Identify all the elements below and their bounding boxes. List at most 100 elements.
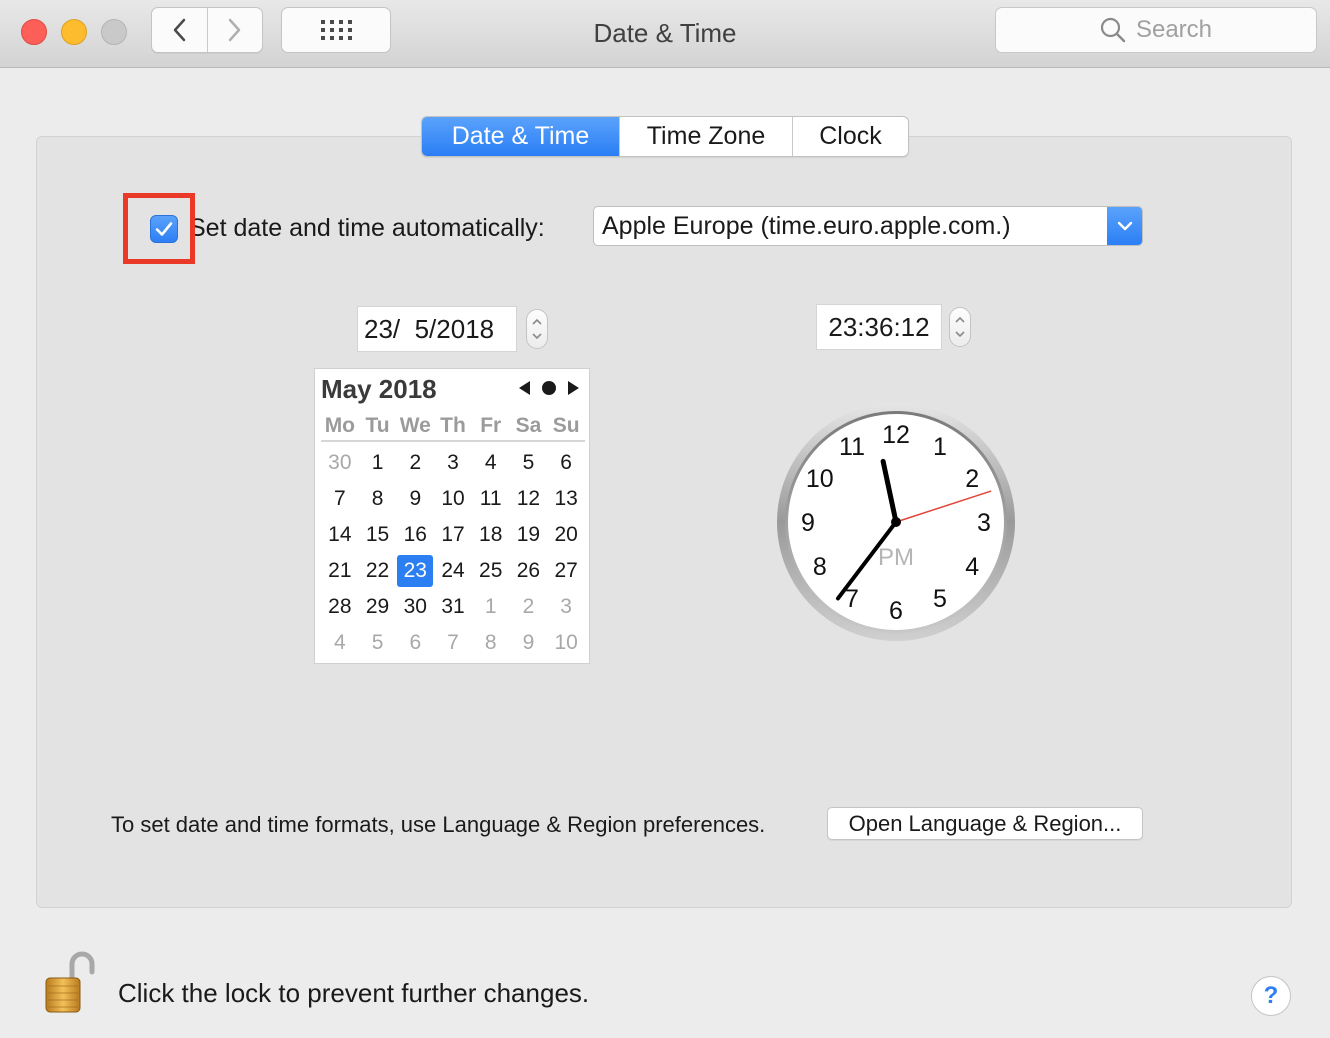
weekday-label: Fr (480, 414, 502, 437)
weekday-label: Th (440, 414, 466, 437)
clock-period-label: PM (878, 544, 914, 571)
calendar-day[interactable]: 4 (472, 445, 510, 481)
calendar-day[interactable]: 30 (396, 589, 434, 625)
calendar-day[interactable]: 30 (321, 445, 359, 481)
calendar-day[interactable]: 8 (359, 481, 397, 517)
stepper-up-icon (532, 319, 542, 325)
calendar-nav (519, 381, 579, 395)
clock-number: 4 (965, 553, 979, 581)
calendar-day[interactable]: 6 (547, 445, 585, 481)
clock-number: 2 (965, 465, 979, 493)
lock-icon[interactable] (44, 950, 96, 1014)
tab-time-zone[interactable]: Time Zone (619, 117, 792, 156)
clock-number: 10 (806, 465, 834, 493)
auto-time-checkbox[interactable] (150, 215, 178, 243)
time-field[interactable]: 23:36:12 (816, 304, 942, 350)
stepper-up-icon (955, 317, 965, 323)
calendar-day[interactable]: 2 (510, 589, 548, 625)
calendar-day[interactable]: 19 (510, 517, 548, 553)
search-icon (1100, 17, 1126, 43)
calendar-day[interactable]: 16 (396, 517, 434, 553)
calendar-day[interactable]: 9 (510, 625, 548, 661)
formats-hint: To set date and time formats, use Langua… (111, 812, 766, 837)
calendar-day[interactable]: 26 (510, 553, 548, 589)
clock-center-pin (891, 517, 901, 527)
calendar-day[interactable]: 27 (547, 553, 585, 589)
clock-number: 8 (813, 553, 827, 581)
date-field[interactable]: 23/ 5/2018 (357, 306, 517, 352)
calendar-day[interactable]: 9 (396, 481, 434, 517)
calendar-day[interactable]: 1 (359, 445, 397, 481)
stepper-down-icon (955, 331, 965, 337)
date-stepper[interactable] (526, 309, 548, 349)
weekday-label: Sa (515, 414, 542, 437)
open-language-region-button[interactable]: Open Language & Region... (827, 807, 1143, 840)
checkmark-icon (155, 222, 173, 236)
stepper-down-icon (532, 333, 542, 339)
help-button[interactable]: ? (1251, 976, 1291, 1016)
calendar-day[interactable]: 15 (359, 517, 397, 553)
calendar-day[interactable]: 8 (472, 625, 510, 661)
calendar-day[interactable]: 7 (434, 625, 472, 661)
calendar-day[interactable]: 6 (396, 625, 434, 661)
weekday-label: Tu (365, 414, 390, 437)
calendar: May 2018 Mo Tu We Th Fr Sa Su 30 1 2 3 4 5 6 7 8 9 10 11 1… (314, 368, 590, 664)
calendar-day[interactable]: 5 (359, 625, 397, 661)
calendar-grid: 30 1 2 3 4 5 6 7 8 9 10 11 12 13 14 15 16 17 18 19 20 21 22 23 2… (321, 445, 585, 661)
calendar-day[interactable]: 21 (321, 553, 359, 589)
clock-number: 6 (889, 597, 903, 625)
calendar-day[interactable]: 13 (547, 481, 585, 517)
calendar-day[interactable]: 14 (321, 517, 359, 553)
time-server-select[interactable]: Apple Europe (time.euro.apple.com.) (593, 206, 1143, 246)
clock-number: 12 (882, 421, 910, 449)
calendar-weekday-header: Mo Tu We Th Fr Sa Su (321, 414, 585, 442)
calendar-day[interactable]: 31 (434, 589, 472, 625)
calendar-day[interactable]: 5 (510, 445, 548, 481)
calendar-day[interactable]: 23 (397, 555, 434, 587)
clock-number: 5 (933, 585, 947, 613)
calendar-day[interactable]: 4 (321, 625, 359, 661)
calendar-day[interactable]: 29 (359, 589, 397, 625)
search-input[interactable]: Search (995, 7, 1317, 53)
calendar-day[interactable]: 12 (510, 481, 548, 517)
dropdown-button[interactable] (1107, 207, 1142, 245)
tab-bar: Date & Time Time Zone Clock (421, 116, 909, 157)
tab-date-time[interactable]: Date & Time (422, 117, 619, 156)
chevron-down-icon (1117, 221, 1132, 231)
weekday-label: We (399, 414, 431, 437)
title-bar: Date & Time Search (0, 0, 1330, 68)
calendar-month-title: May 2018 (321, 374, 437, 404)
calendar-day[interactable]: 1 (472, 589, 510, 625)
calendar-day[interactable]: 3 (434, 445, 472, 481)
previous-month-button[interactable] (519, 381, 530, 395)
calendar-day[interactable]: 3 (547, 589, 585, 625)
auto-time-label: Set date and time automatically: (189, 214, 545, 242)
next-month-button[interactable] (568, 381, 579, 395)
calendar-day[interactable]: 11 (472, 481, 510, 517)
search-placeholder: Search (1135, 16, 1213, 43)
calendar-day[interactable]: 17 (434, 517, 472, 553)
calendar-day[interactable]: 18 (472, 517, 510, 553)
calendar-day[interactable]: 20 (547, 517, 585, 553)
calendar-day[interactable]: 24 (434, 553, 472, 589)
calendar-day[interactable]: 10 (434, 481, 472, 517)
today-button[interactable] (542, 381, 556, 395)
clock-number: 3 (977, 509, 991, 537)
calendar-day[interactable]: 2 (396, 445, 434, 481)
clock-number: 11 (839, 433, 865, 461)
analog-clock: 12 1234567891011 PM (777, 403, 1015, 641)
calendar-day[interactable]: 28 (321, 589, 359, 625)
lock-hint: Click the lock to prevent further change… (118, 978, 590, 1008)
clock-number: 1 (933, 433, 947, 461)
calendar-day[interactable]: 7 (321, 481, 359, 517)
calendar-day[interactable]: 10 (547, 625, 585, 661)
calendar-day[interactable]: 22 (359, 553, 397, 589)
clock-number: 9 (801, 509, 815, 537)
help-icon: ? (1263, 982, 1279, 1009)
weekday-label: Su (552, 414, 580, 437)
tab-clock[interactable]: Clock (792, 117, 908, 156)
calendar-day[interactable]: 25 (472, 553, 510, 589)
time-stepper[interactable] (949, 307, 971, 347)
content-panel (36, 136, 1292, 908)
weekday-label: Mo (324, 414, 356, 437)
